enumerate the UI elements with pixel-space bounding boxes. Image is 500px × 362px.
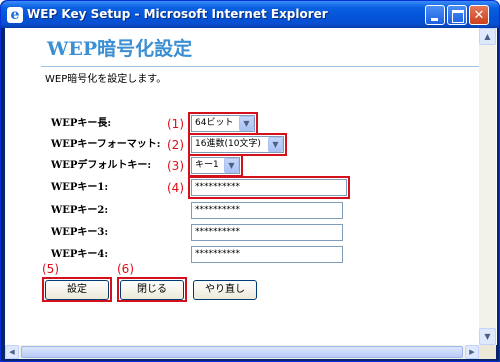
key-length-select[interactable]: 64ビット ▼ (191, 115, 255, 132)
key-format-value: 16進数(10文字) (195, 139, 261, 149)
page-description: WEP暗号化を設定します。 (45, 74, 167, 85)
key-format-label: WEPキーフォーマット: (51, 139, 161, 150)
window-title: WEP Key Setup - Microsoft Internet Explo… (27, 7, 328, 21)
horizontal-scrollbar[interactable]: ◀ ▶ (5, 345, 479, 359)
key2-input[interactable]: ********** (191, 202, 343, 219)
scroll-up-icon[interactable]: ▲ (479, 28, 496, 45)
key-length-label: WEPキー長: (51, 118, 112, 129)
chevron-down-icon[interactable]: ▼ (239, 116, 254, 131)
key2-label: WEPキー2: (51, 205, 109, 216)
maximize-button[interactable] (447, 5, 467, 25)
page-content: WEP暗号化設定 WEP暗号化を設定します。 WEPキー長: (1) 64ビット… (5, 28, 497, 345)
key4-label: WEPキー4: (51, 249, 109, 260)
vertical-scrollbar[interactable]: ▲ ▼ (479, 28, 496, 345)
scroll-right-icon[interactable]: ▶ (465, 345, 479, 359)
key3-input[interactable]: ********** (191, 224, 343, 241)
minimize-button[interactable] (425, 5, 445, 25)
key4-input[interactable]: ********** (191, 246, 343, 263)
browser-window: e WEP Key Setup - Microsoft Internet Exp… (0, 0, 500, 362)
page-title: WEP暗号化設定 (47, 38, 193, 60)
key1-input[interactable]: ********** (191, 179, 347, 196)
default-key-select[interactable]: キー1 ▼ (191, 157, 240, 174)
marker-6: (6) (117, 262, 134, 276)
marker-5: (5) (42, 262, 59, 276)
close-icon: ✕ (473, 8, 485, 23)
scroll-down-icon[interactable]: ▼ (479, 328, 496, 345)
chevron-down-icon[interactable]: ▼ (224, 158, 239, 173)
marker-1: (1) (167, 117, 184, 131)
key-length-value: 64ビット (195, 118, 234, 128)
title-divider (41, 66, 481, 67)
default-key-label: WEPデフォルトキー: (51, 160, 152, 171)
close-window-button[interactable]: ✕ (469, 5, 489, 25)
reset-button[interactable]: やり直し (193, 280, 257, 300)
chevron-down-icon[interactable]: ▼ (268, 137, 283, 152)
marker-3: (3) (167, 159, 184, 173)
key3-label: WEPキー3: (51, 227, 109, 238)
close-button[interactable]: 閉じる (120, 280, 184, 300)
marker-4: (4) (167, 181, 184, 195)
ie-logo-icon: e (7, 7, 23, 23)
scroll-thumb[interactable] (21, 346, 463, 358)
scroll-corner (479, 345, 496, 359)
key-format-select[interactable]: 16進数(10文字) ▼ (191, 136, 284, 153)
marker-2: (2) (167, 138, 184, 152)
title-bar[interactable]: e WEP Key Setup - Microsoft Internet Exp… (1, 1, 499, 28)
default-key-value: キー1 (195, 160, 219, 170)
key1-label: WEPキー1: (51, 182, 109, 193)
scroll-left-icon[interactable]: ◀ (5, 345, 19, 359)
set-button[interactable]: 設定 (45, 280, 109, 300)
